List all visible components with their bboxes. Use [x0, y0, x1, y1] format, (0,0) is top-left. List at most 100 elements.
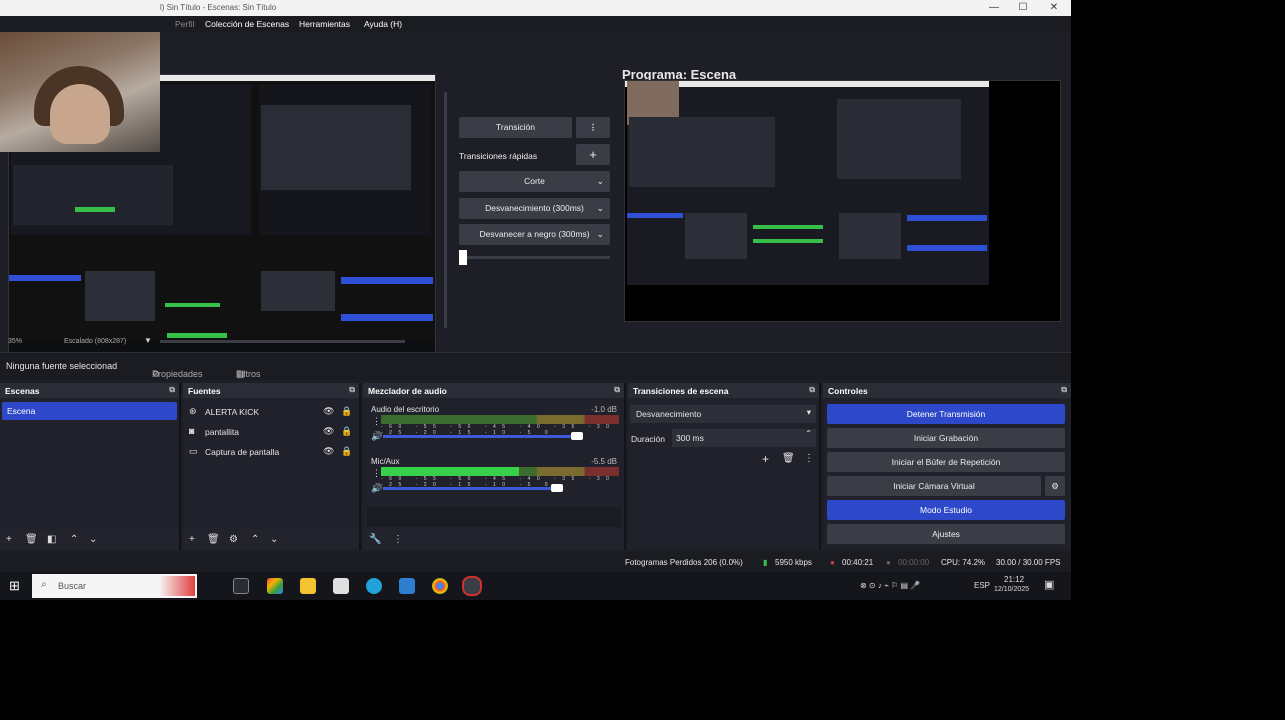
maximize-button[interactable]: ☐	[1009, 1, 1037, 15]
clock-date[interactable]: 12/10/2025	[994, 586, 1029, 593]
source-toolbar: Ninguna fuente seleccionad ⚙ Propiedades …	[0, 352, 1071, 380]
edge-icon[interactable]	[366, 578, 382, 594]
lock-icon[interactable]: 🔒	[341, 406, 352, 417]
mixer-footer: 🔧 ⋮	[363, 530, 624, 550]
volume-slider[interactable]	[383, 432, 583, 440]
scenes-dock: Escenas ⧉ Escena + 🗑 ◧ ⌃ ⌄	[0, 383, 181, 550]
popout-icon: ⧉	[1061, 385, 1067, 394]
audio-mixer-dock: Mezclador de audio ⧉ Audio del escritorio…	[363, 383, 626, 550]
eye-icon[interactable]: 👁	[323, 406, 334, 417]
language-indicator[interactable]: ESP	[974, 581, 990, 590]
popout-icon: ⧉	[169, 385, 175, 394]
channel-menu-icon[interactable]: ⋮	[372, 468, 381, 479]
menu-scene-collection[interactable]: Colección de Escenas	[205, 19, 289, 29]
add-quick-transition-button[interactable]: +	[576, 144, 610, 165]
windows-taskbar: ⊞ ⌕ Buscar ⊗ ⊙ ♪ ⌁ ⚐ ▤ 🎤 ESP 21:12 12/10…	[0, 572, 1071, 600]
audio-meter	[381, 467, 619, 476]
audio-mixer-title: Mezclador de audio ⧉	[363, 383, 624, 398]
channel-menu-icon[interactable]: ⋮	[372, 416, 381, 427]
windows-start-icon[interactable]: ⊞	[9, 578, 20, 594]
trash-icon[interactable]: 🗑	[782, 453, 795, 464]
transition-select[interactable]: Desvanecimiento ▾	[630, 405, 816, 423]
taskbar-search[interactable]: ⌕ Buscar	[32, 574, 197, 598]
menu-bar: Perfil Colección de Escenas Herramientas…	[0, 16, 1071, 32]
t-bar-slider[interactable]	[459, 250, 610, 265]
camera-icon: ◙	[189, 426, 195, 436]
menu-icon[interactable]: ⋮	[393, 534, 403, 545]
mixer-empty-area	[367, 507, 621, 527]
bitrate: 5950 kbps	[775, 558, 812, 567]
search-icon: ⌕	[41, 579, 47, 590]
start-recording-button[interactable]: Iniciar Grabación	[827, 428, 1065, 448]
no-source-label: Ninguna fuente seleccionad	[6, 361, 118, 371]
speaker-icon[interactable]: 🔊	[371, 431, 382, 442]
clock-time[interactable]: 21:12	[1004, 575, 1024, 584]
resolution-dropdown-icon[interactable]: ▼	[144, 336, 152, 345]
vertical-scrollbar[interactable]	[444, 92, 447, 328]
menu-profile[interactable]: Perfil	[175, 19, 194, 29]
scene-item[interactable]: Escena	[2, 402, 177, 420]
sources-footer: + 🗑 ⚙ ⌃ ⌄	[183, 530, 359, 550]
stop-streaming-button[interactable]: Detener Transmisión	[827, 404, 1065, 424]
trash-icon[interactable]: 🗑	[207, 534, 220, 545]
source-item[interactable]: ▭ Captura de pantalla 👁 🔒	[187, 444, 355, 462]
lock-icon[interactable]: 🔒	[341, 446, 352, 457]
transition-button[interactable]: Transición	[459, 117, 572, 138]
rec-time: 00:00:00	[898, 558, 930, 567]
quick-transition-fade[interactable]: Desvanecimiento (300ms) ⌄	[459, 198, 610, 219]
obs-icon[interactable]	[462, 576, 482, 596]
popout-icon: ⧉	[614, 385, 620, 394]
source-item[interactable]: ◙ pantallita 👁 🔒	[187, 424, 355, 442]
start-replay-buffer-button[interactable]: Iniciar el Búfer de Repetición	[827, 452, 1065, 472]
minimize-button[interactable]: —	[980, 1, 1008, 15]
cpu-usage: CPU: 74.2%	[941, 558, 986, 567]
copilot-icon[interactable]	[267, 578, 283, 594]
move-down-icon[interactable]: ⌄	[89, 534, 97, 545]
zoom-level: 35%	[8, 338, 23, 345]
notification-icon[interactable]: ▣	[1044, 578, 1054, 591]
volume-slider[interactable]	[383, 484, 563, 492]
program-canvas	[624, 80, 1061, 322]
virtual-camera-settings-button[interactable]: ⚙	[1045, 476, 1065, 496]
menu-help[interactable]: Ayuda (H)	[364, 19, 402, 29]
filter-icon[interactable]: ◧	[47, 534, 56, 545]
studio-mode-button[interactable]: Modo Estudio	[827, 500, 1065, 520]
horizontal-scrollbar[interactable]	[160, 340, 405, 343]
eye-icon[interactable]: 👁	[323, 446, 334, 457]
store-icon[interactable]	[333, 578, 349, 594]
speaker-icon[interactable]: 🔊	[371, 483, 382, 494]
start-virtual-camera-button[interactable]: Iniciar Cámara Virtual	[827, 476, 1041, 496]
chrome-icon[interactable]	[432, 578, 448, 594]
tray-icons[interactable]: ⊗ ⊙ ♪ ⌁ ⚐ ▤ 🎤	[860, 581, 920, 590]
quick-transition-cut[interactable]: Corte ⌄	[459, 171, 610, 192]
close-button[interactable]: ✕	[1040, 1, 1068, 15]
sources-dock: Fuentes ⧉ ⊛ ALERTA KICK 👁 🔒 ◙ pantallita …	[183, 383, 361, 550]
quick-transition-fade-black[interactable]: Desvanecer a negro (300ms) ⌄	[459, 224, 610, 245]
chevron-down-icon: ⌄	[596, 229, 604, 239]
trash-icon[interactable]: 🗑	[25, 534, 38, 545]
source-item[interactable]: ⊛ ALERTA KICK 👁 🔒	[187, 404, 355, 422]
add-icon[interactable]: +	[189, 534, 195, 545]
add-icon[interactable]: +	[762, 452, 769, 466]
t-bar-handle[interactable]	[459, 250, 467, 265]
move-up-icon[interactable]: ⌃	[251, 534, 259, 545]
quick-transitions-label: Transiciones rápidas	[459, 151, 538, 161]
settings-button[interactable]: Ajustes	[827, 524, 1065, 544]
duration-input[interactable]: 300 ms ⌃	[672, 429, 816, 447]
move-down-icon[interactable]: ⌄	[270, 534, 278, 545]
webcam-overlay	[0, 32, 160, 152]
transition-menu-button[interactable]: ⋮	[576, 117, 610, 138]
gear-icon[interactable]: ⚙	[229, 534, 238, 545]
scenes-footer: + 🗑 ◧ ⌃ ⌄	[0, 530, 179, 550]
task-view-icon[interactable]	[233, 578, 249, 594]
monitor-icon: ▭	[189, 446, 198, 456]
wrench-icon[interactable]: 🔧	[369, 534, 381, 545]
lock-icon[interactable]: 🔒	[341, 426, 352, 437]
eye-icon[interactable]: 👁	[323, 426, 334, 437]
move-up-icon[interactable]: ⌃	[70, 534, 78, 545]
mail-icon[interactable]	[399, 578, 415, 594]
menu-icon[interactable]: ⋮	[804, 453, 814, 464]
add-icon[interactable]: +	[6, 534, 12, 545]
file-explorer-icon[interactable]	[300, 578, 316, 594]
menu-tools[interactable]: Herramientas	[299, 19, 350, 29]
